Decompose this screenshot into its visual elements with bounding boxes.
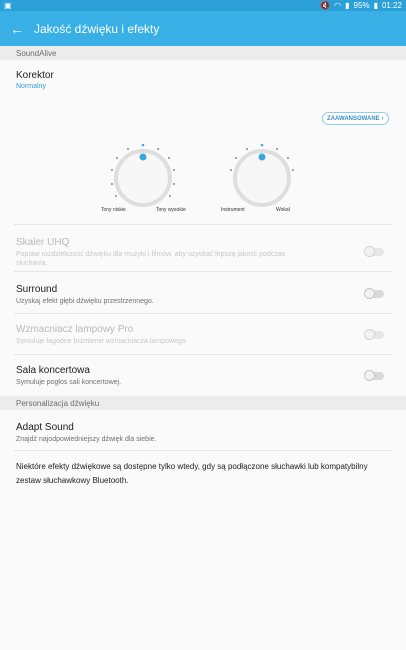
uhq-toggle[interactable] [364, 246, 384, 257]
dial-bass-treble[interactable] [111, 143, 175, 207]
setting-title: Surround [16, 284, 58, 295]
adapt-sound-title: Adapt Sound [16, 422, 74, 433]
advanced-label: ZAAWANSOWANE [327, 115, 380, 122]
concert-hall-toggle[interactable] [364, 370, 384, 381]
setting-description: Uzyskaj efekt głębi dźwięku przestrzenne… [16, 298, 154, 305]
section-header-soundalive: SoundAlive [0, 46, 406, 60]
status-bar: ▣ 🔇 ◠ ▮ 95% ▮ 01:22 [0, 0, 406, 11]
setting-surround[interactable]: Surround Uzyskaj efekt głębi dźwięku prz… [0, 284, 406, 306]
adapt-sound-row[interactable]: Adapt Sound Znajdź najodpowiedniejszy dź… [0, 422, 406, 444]
adapt-sound-description: Znajdź najodpowiedniejszy dźwięk dla sie… [16, 436, 157, 443]
surround-toggle[interactable] [364, 288, 384, 299]
headphones-note: Niektóre efekty dźwiękowe są dostępne ty… [16, 462, 368, 485]
section-header-personalization: Personalizacja dźwięku [0, 396, 406, 410]
app-bar: ← Jakość dźwięku i efekty [0, 11, 406, 46]
setting-title: Sala koncertowa [16, 365, 90, 376]
divider [14, 450, 392, 451]
divider [14, 224, 392, 225]
advanced-button[interactable]: ZAAWANSOWANE › [322, 112, 389, 125]
divider [14, 354, 392, 355]
divider [14, 271, 392, 272]
battery-percent: 95% [353, 1, 370, 10]
battery-icon: ▮ [373, 1, 378, 10]
dial2-right-label: Wokal [276, 207, 290, 213]
equalizer-title: Korektor [16, 70, 54, 81]
page-title: Jakość dźwięku i efekty [34, 21, 160, 36]
clock: 01:22 [381, 1, 402, 10]
setting-title: Skaler UHQ [16, 237, 70, 248]
wifi-icon: ◠ [334, 1, 342, 10]
dial-instrument-vocal[interactable] [230, 143, 294, 207]
setting-concert-hall[interactable]: Sala koncertowa Symuluje pogłos sali kon… [0, 365, 406, 387]
setting-description: Popraw rozdzielczość dźwięku dla muzyki … [16, 251, 286, 267]
equalizer-value: Normalny [16, 83, 46, 90]
setting-tube-amp[interactable]: Wzmacniacz lampowy Pro Symuluje łagodne … [0, 324, 406, 346]
equalizer-dials [111, 143, 294, 207]
equalizer-row[interactable]: Korektor Normalny [0, 70, 406, 90]
signal-icon: ▮ [345, 1, 350, 10]
setting-description: Symuluje pogłos sali koncertowej. [16, 379, 122, 386]
divider [14, 313, 392, 314]
setting-description: Symuluje łagodne brzmienie wzmacniacza l… [16, 338, 188, 345]
mute-icon: 🔇 [320, 1, 331, 10]
setting-title: Wzmacniacz lampowy Pro [16, 324, 134, 335]
tube-amp-toggle[interactable] [364, 329, 384, 340]
setting-uhq-upscaler[interactable]: Skaler UHQ Popraw rozdzielczość dźwięku … [0, 237, 406, 268]
back-arrow-icon[interactable]: ← [0, 21, 34, 37]
dial2-left-label: Instrument [221, 207, 245, 213]
dial1-right-label: Tony wysokie [156, 207, 186, 213]
image-icon: ▣ [4, 1, 12, 10]
chevron-right-icon: › [381, 115, 384, 122]
dial1-left-label: Tony niskie [101, 207, 126, 213]
